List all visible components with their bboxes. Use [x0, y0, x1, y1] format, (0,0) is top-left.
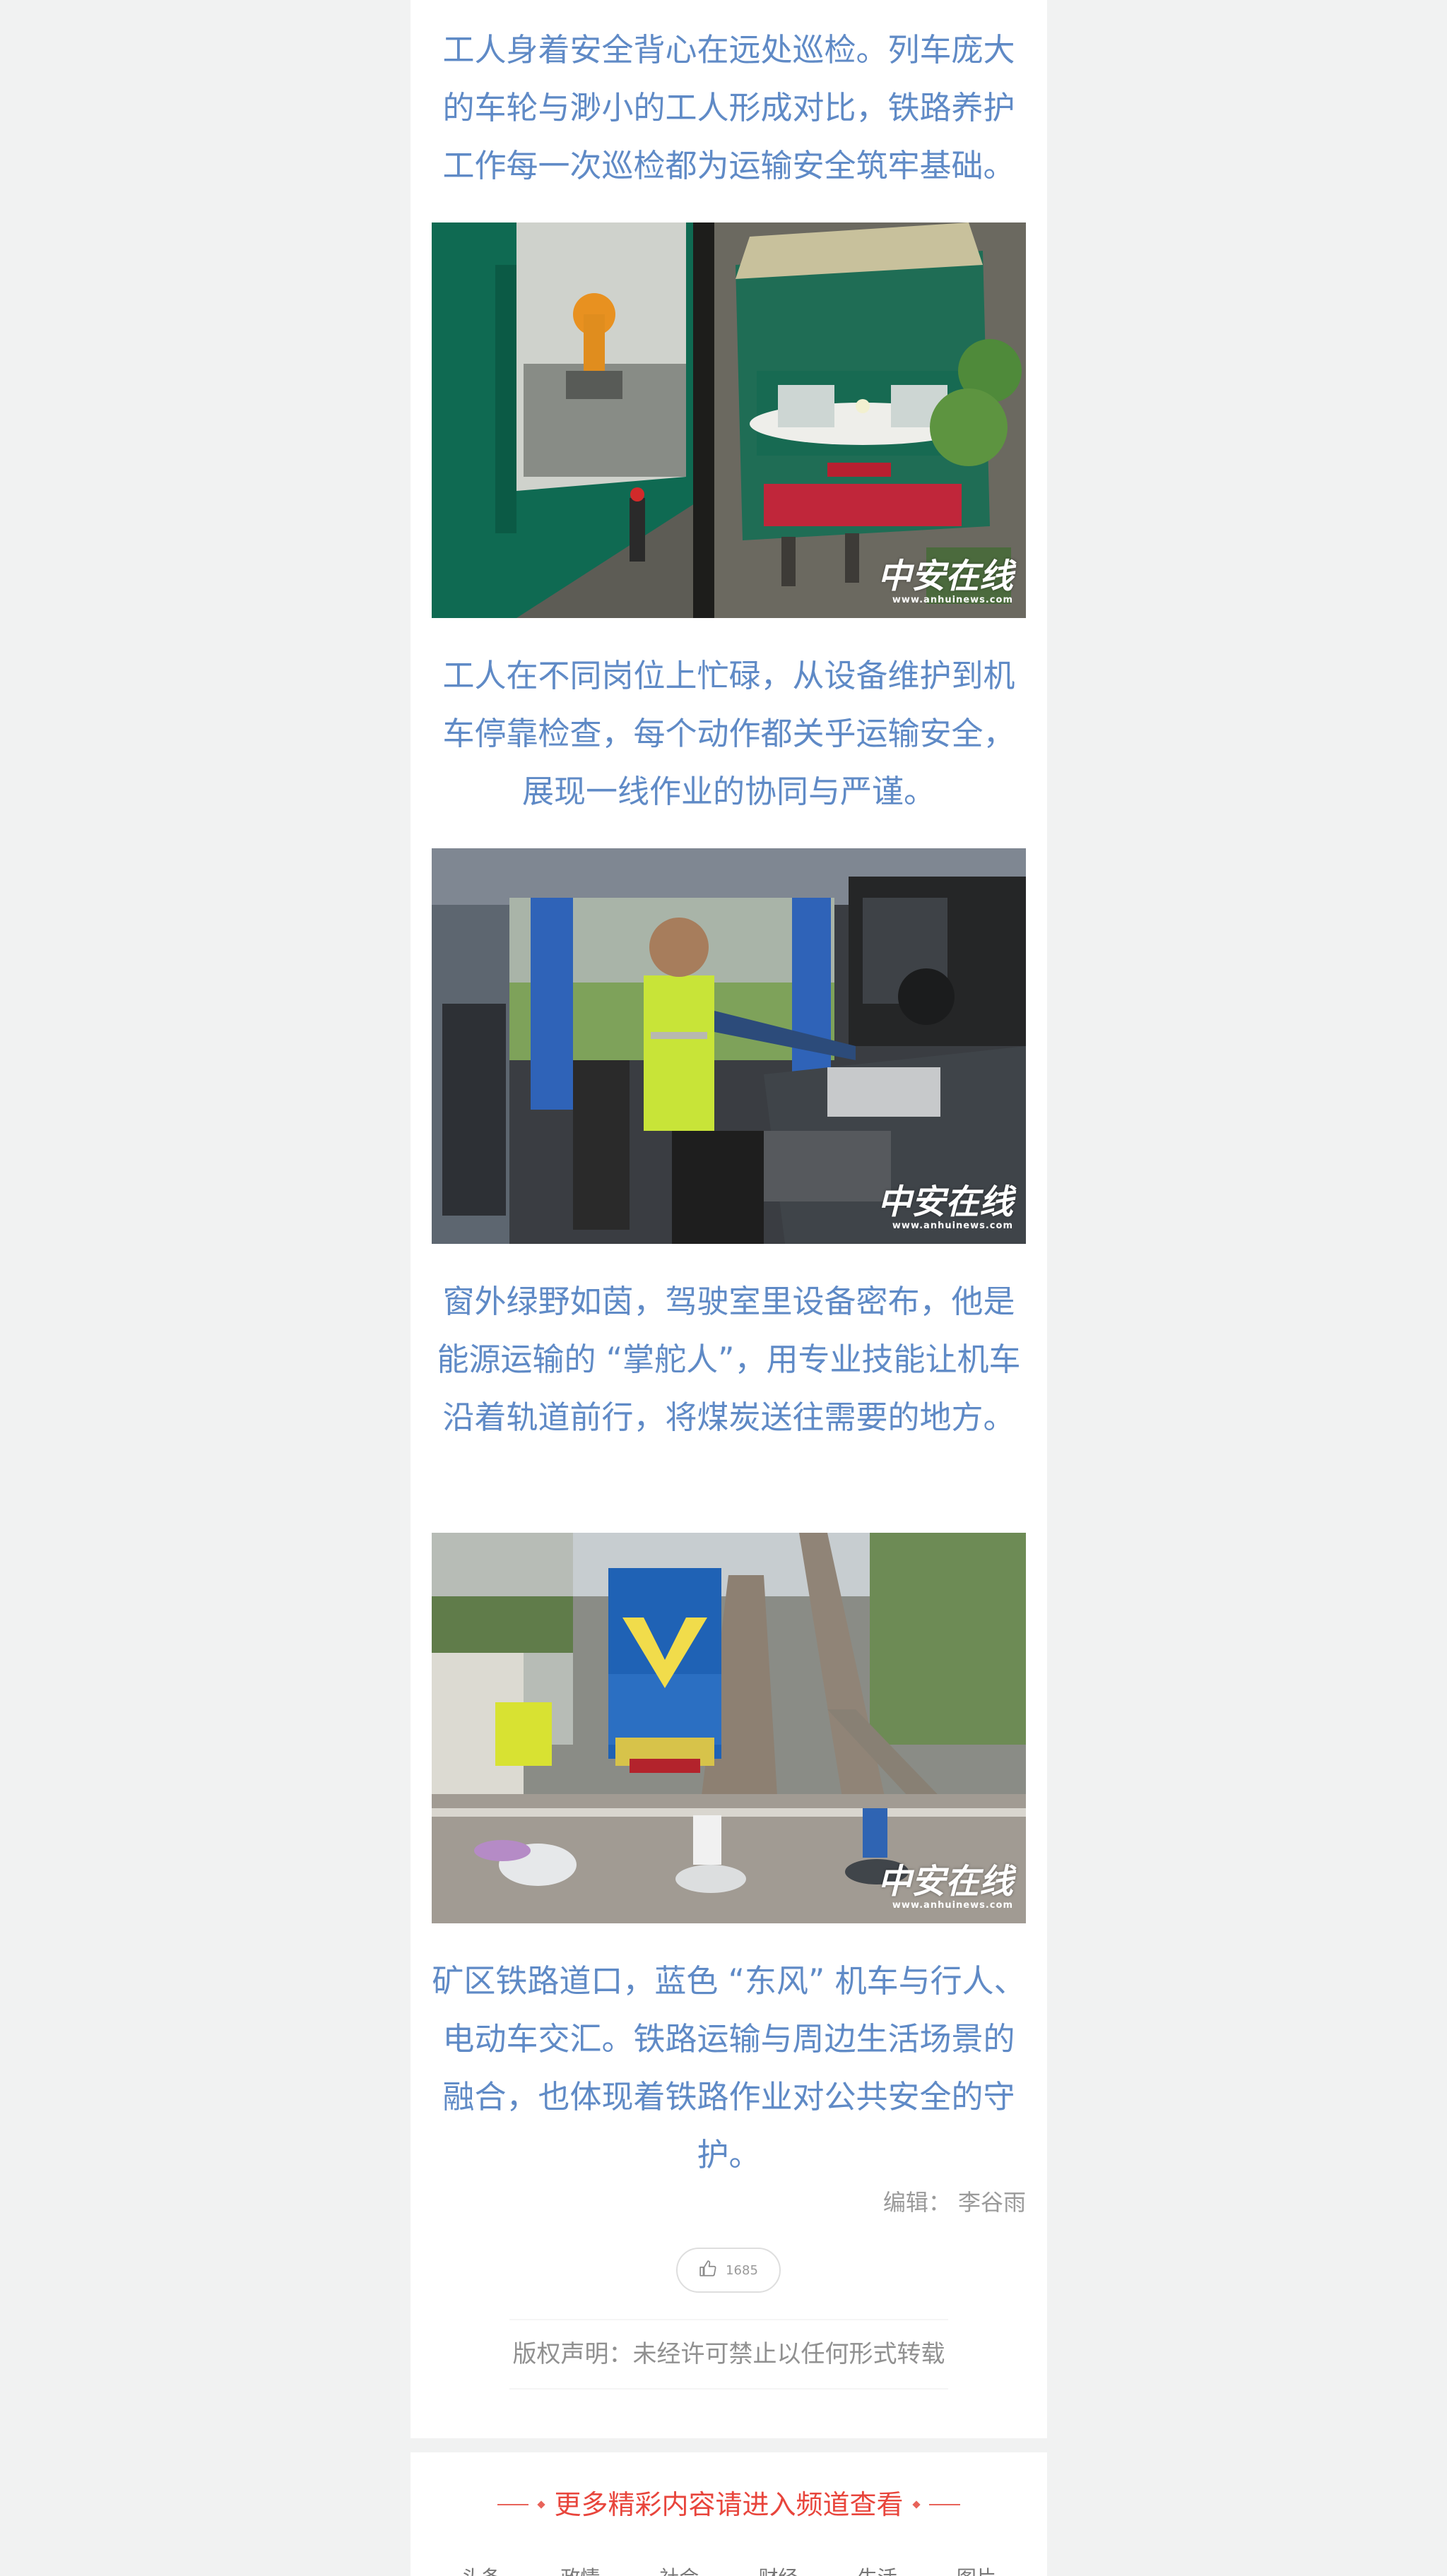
- decorative-line: [928, 2504, 960, 2505]
- more-channels-panel: 更多精彩内容请进入频道查看 头条 政情 社会 财经 生活 图片: [411, 2452, 1047, 2576]
- diamond-icon: [537, 2500, 546, 2509]
- watermark: 中安在线 www.anhuinews.com: [878, 1184, 1013, 1231]
- diamond-icon: [911, 2500, 921, 2509]
- watermark-url: www.anhuinews.com: [892, 1221, 1013, 1231]
- channel-tab-5[interactable]: 生活: [858, 2564, 897, 2576]
- watermark-url: www.anhuinews.com: [892, 1900, 1013, 1911]
- watermark: 中安在线 www.anhuinews.com: [878, 558, 1013, 605]
- editor-credit: 编辑： 李谷雨: [882, 2189, 1026, 2216]
- watermark-logo: 中安在线: [877, 1182, 1013, 1222]
- article-photo-3[interactable]: 中安在线 www.anhuinews.com: [432, 1533, 1026, 1923]
- watermark-logo: 中安在线: [877, 1862, 1013, 1901]
- channel-tab-4[interactable]: 财经: [759, 2564, 798, 2576]
- watermark: 中安在线 www.anhuinews.com: [878, 1863, 1013, 1911]
- photo-caption-3: 窗外绿野如茵，驾驶室里设备密布，他是能源运输的 “掌舵人”，用专业技能让机车沿着…: [437, 1283, 1021, 1436]
- watermark-logo: 中安在线: [877, 557, 1013, 596]
- more-channels-heading: 更多精彩内容请进入频道查看: [411, 2488, 1047, 2522]
- photo-caption-4: 矿区铁路道口，蓝色 “东风” 机车与行人、电动车交汇。铁路运输与周边生活场景的融…: [432, 1962, 1026, 2173]
- article-photo-1[interactable]: 中安在线 www.anhuinews.com: [432, 222, 1026, 618]
- thumbs-up-icon: [699, 2260, 717, 2281]
- watermark-url: www.anhuinews.com: [892, 595, 1013, 605]
- decorative-line: [497, 2504, 529, 2505]
- like-button[interactable]: 1685: [676, 2248, 781, 2293]
- channel-tab-1[interactable]: 头条: [461, 2564, 501, 2576]
- channel-tab-2[interactable]: 政情: [560, 2564, 600, 2576]
- copyright-notice: 版权声明：未经许可禁止以任何形式转载: [509, 2319, 948, 2390]
- photo-caption-2: 工人在不同岗位上忙碌，从设备维护到机车停靠检查，每个动作都关乎运输安全，展现一线…: [442, 657, 1015, 810]
- channel-tab-6[interactable]: 图片: [957, 2564, 996, 2576]
- article-photo-2[interactable]: 中安在线 www.anhuinews.com: [432, 848, 1026, 1244]
- like-count: 1685: [726, 2262, 758, 2278]
- channel-tab-3[interactable]: 社会: [659, 2564, 699, 2576]
- article-card: 工人身着安全背心在远处巡检。列车庞大的车轮与渺小的工人形成对比，铁路养护工作每一…: [411, 0, 1047, 2438]
- photo-caption-1: 工人身着安全背心在远处巡检。列车庞大的车轮与渺小的工人形成对比，铁路养护工作每一…: [442, 31, 1015, 184]
- more-channels-title: 更多精彩内容请进入频道查看: [554, 2489, 904, 2520]
- channel-tabs: 头条 政情 社会 财经 生活 图片: [432, 2564, 1026, 2576]
